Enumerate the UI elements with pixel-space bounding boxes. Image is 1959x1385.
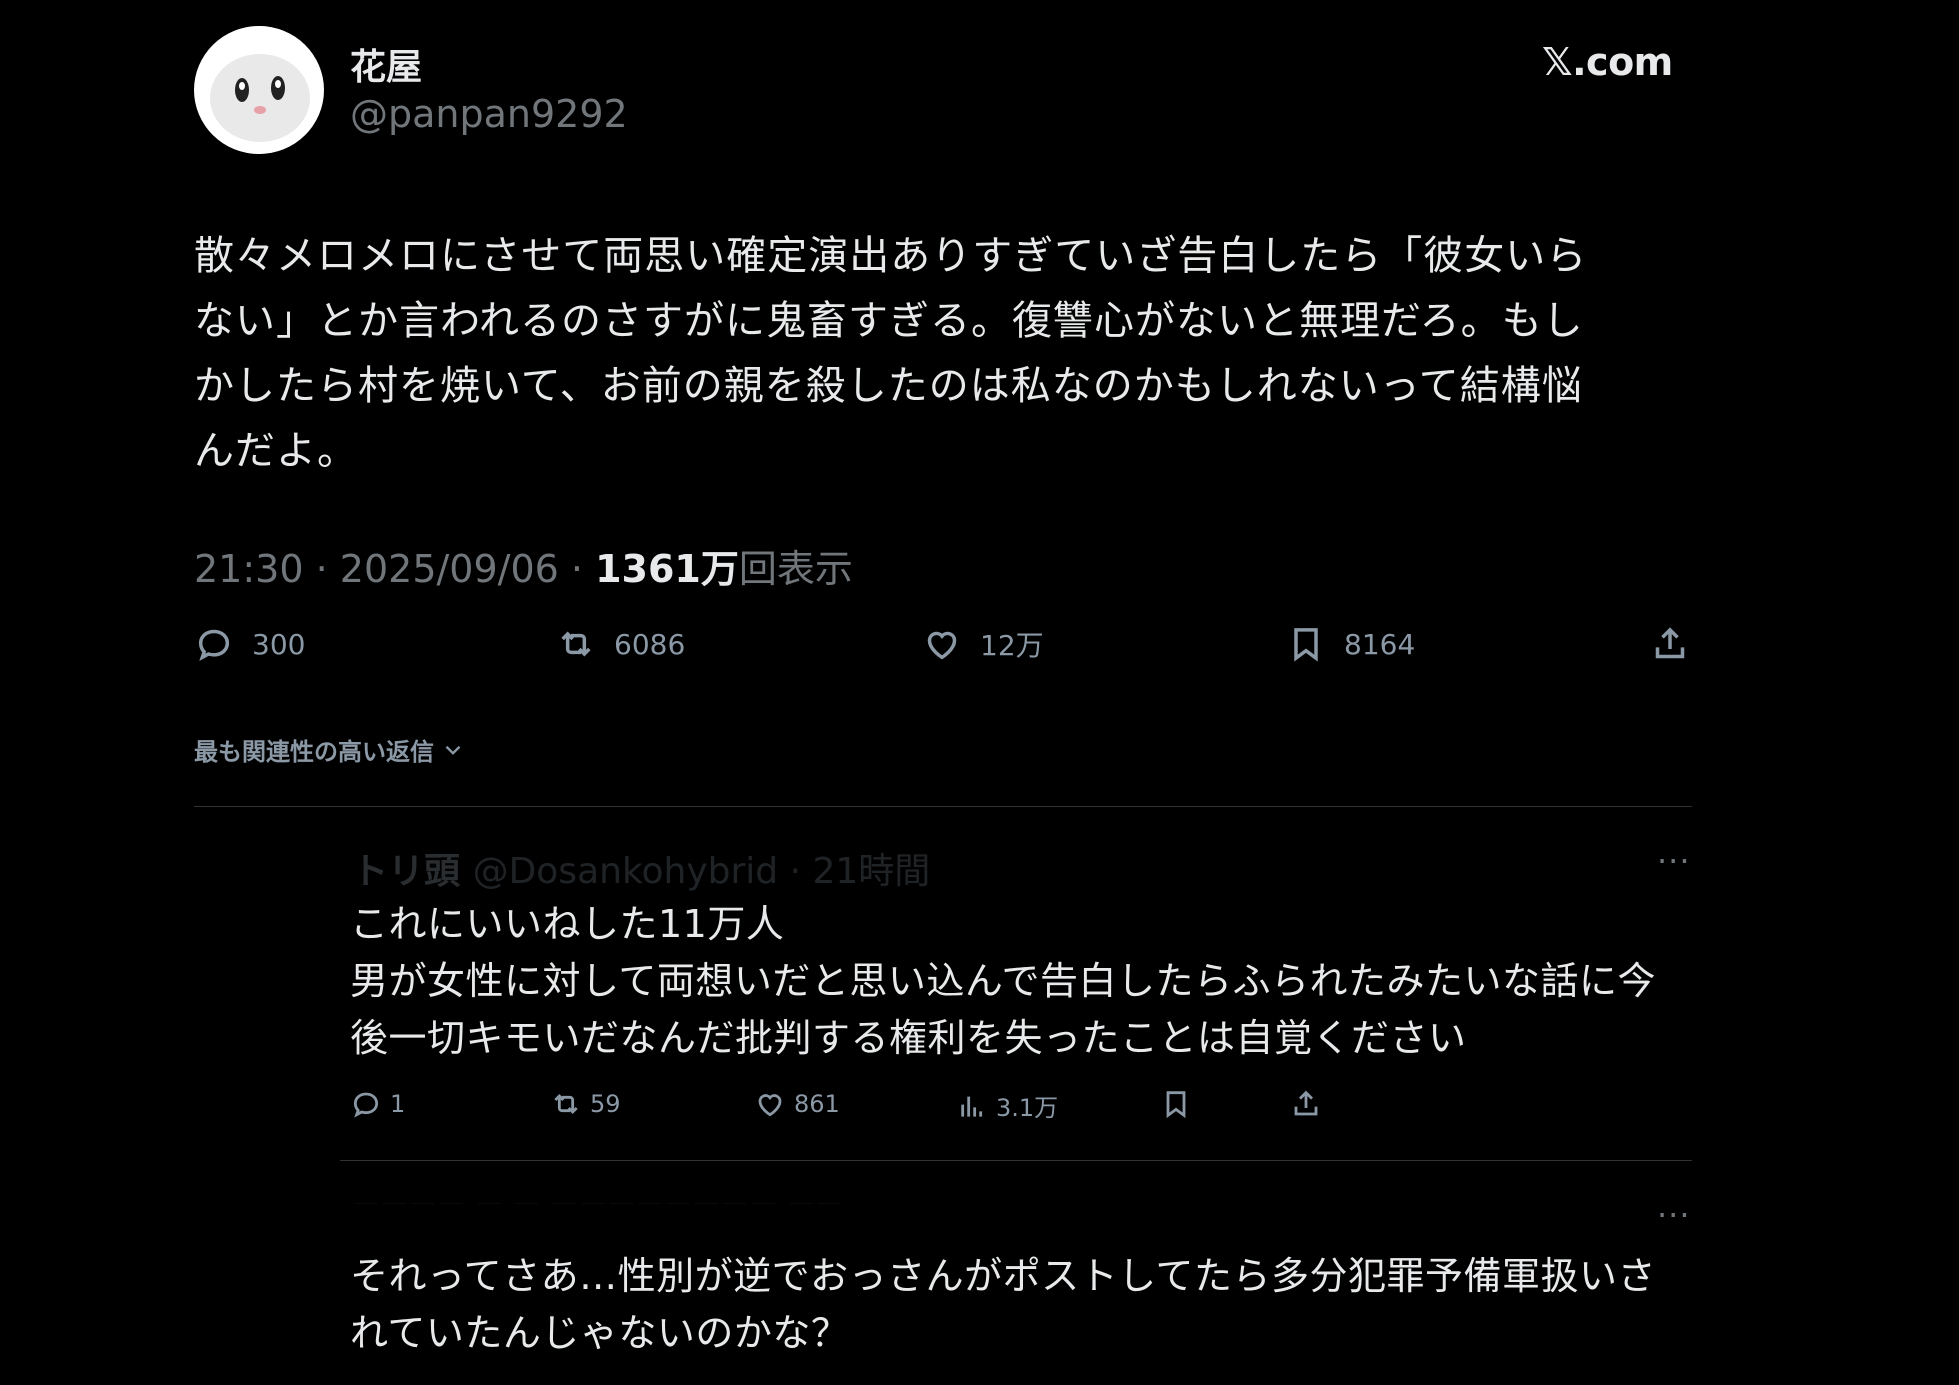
more-options-button[interactable]: ··· [1657,842,1691,880]
tweet-date[interactable]: 2025/09/06 [340,547,559,591]
brand-logo: 𝕏.com [1542,40,1673,84]
bookmark-count: 8164 [1344,627,1416,661]
more-icon: ··· [1657,842,1691,880]
views-icon [961,1096,983,1117]
meta-separator: · [570,547,584,591]
more-icon: ··· [1657,1196,1691,1234]
tweet-text: 散々メロメロにさせて両思い確定演出ありすぎていざ告白したら「彼女いら ない」とか… [194,233,1588,474]
share-icon [1294,1090,1318,1116]
reply-author-name[interactable]: トリ頭 [352,851,460,892]
author-handle[interactable]: @panpan9292 [350,92,628,136]
like-icon [758,1094,782,1117]
reply-count: 1 [390,1090,406,1118]
avatar[interactable] [194,26,324,154]
bookmark-icon [1166,1091,1186,1119]
tweet-time[interactable]: 21:30 [194,547,304,591]
views-count: 3.1万 [996,1094,1059,1122]
author-display-name[interactable]: 花屋 [350,38,422,90]
reply-text: これにいいねした11万人 男が女性に対して両想いだと思い込んで告白したらふられた… [350,902,1656,1060]
reply-like-button[interactable]: 861 [754,1088,840,1120]
bookmark-button[interactable]: 8164 [1286,624,1415,664]
like-count: 12万 [980,629,1044,662]
reply-bookmark-button[interactable] [1160,1088,1192,1120]
retweet-count: 6086 [614,627,686,661]
reply-header: トリ頭 @Dosankohybrid · 21時間 [352,842,930,894]
reply-icon [353,1092,379,1118]
meta-separator: · [315,547,328,591]
reply-header-obscured: ▬▬▬▬ ▬ ▬ ▬▬▬▬▬▬▬▬ ▬▬ [352,1190,844,1204]
reply-button[interactable]: 300 [194,624,305,664]
reply-author-meta[interactable]: @Dosankohybrid · 21時間 [473,851,931,892]
reply-sort-dropdown[interactable]: 最も関連性の高い返信 [194,732,466,767]
reply-share-button[interactable] [1290,1088,1322,1120]
divider [340,1160,1692,1161]
like-count: 861 [794,1090,840,1118]
retweet-button[interactable]: 6086 [556,624,685,664]
share-button[interactable] [1650,624,1690,664]
like-button[interactable]: 12万 [922,624,1044,664]
retweet-icon [554,1094,578,1114]
share-icon [1655,627,1685,659]
tweet-meta: 21:30 · 2025/09/06 · 1361万回表示 [194,538,853,593]
reply-views-button[interactable]: 3.1万 [956,1088,1058,1123]
reply-count: 300 [252,627,306,661]
reply-retweet-button[interactable]: 59 [550,1088,621,1120]
view-count: 1361万 [595,547,739,591]
bookmark-icon [1294,628,1318,662]
like-icon [927,631,957,660]
divider [194,806,1692,807]
reply-text: それってさあ…性別が逆でおっさんがポストしてたら多分犯罪予備軍扱いさ れていたん… [350,1254,1656,1355]
reply-icon [198,629,230,661]
view-label: 回表示 [738,547,853,591]
retweet-icon [561,631,591,657]
reply-reply-button[interactable]: 1 [350,1088,405,1120]
more-options-button[interactable]: ··· [1657,1196,1691,1234]
retweet-count: 59 [590,1090,621,1118]
reply-sort-label: 最も関連性の高い返信 [194,738,434,766]
chevron-down-icon [445,745,461,755]
